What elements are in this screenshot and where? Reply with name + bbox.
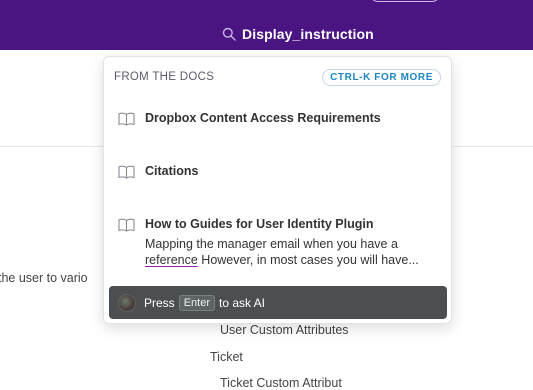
search-result-item[interactable]: Dropbox Content Access Requirements [118,111,437,126]
search-field[interactable]: Display_instruction [222,23,374,66]
enter-key-badge: Enter [178,294,215,311]
dropdown-header: FROM THE DOCS CTRL-K FOR MORE [114,68,441,86]
book-icon [118,165,135,179]
background-link-ticket-custom-attributes[interactable]: Ticket Custom Attribut [220,376,342,390]
book-icon [118,112,135,126]
ai-orb-icon [118,293,136,312]
search-result-item[interactable]: How to Guides for User Identity Plugin M… [118,217,437,268]
search-icon [222,27,236,41]
top-right-button[interactable] [370,0,440,2]
background-paragraph-text: the user to vario [0,271,88,285]
section-title: FROM THE DOCS [114,71,215,83]
ask-ai-label: Press Enter to ask AI [144,294,266,311]
background-link-user-custom-attributes[interactable]: User Custom Attributes [220,323,349,337]
snippet-highlight: reference [145,253,198,267]
snippet-line-2: reference However, in most cases you wil… [145,252,437,268]
top-navigation-bar: Display_instruction [0,0,533,66]
search-results-dropdown: FROM THE DOCS CTRL-K FOR MORE Dropbox Co… [103,56,452,324]
search-query[interactable]: Display_instruction [242,26,374,42]
result-title: How to Guides for User Identity Plugin [145,217,374,231]
ask-ai-suffix-text: to ask AI [218,295,266,310]
ask-ai-press-text: Press [144,295,175,310]
ask-ai-button[interactable]: Press Enter to ask AI [109,286,447,319]
background-link-ticket[interactable]: Ticket [210,350,243,364]
snippet-line-2-rest: However, in most cases you will have... [197,253,419,267]
result-title: Dropbox Content Access Requirements [145,111,381,125]
result-title: Citations [145,164,199,178]
snippet-line-1: Mapping the manager email when you have … [145,237,398,251]
result-snippet: Mapping the manager email when you have … [145,236,437,268]
shortcut-hint-badge[interactable]: CTRL-K FOR MORE [322,68,441,86]
search-result-item[interactable]: Citations [118,164,437,179]
book-icon [118,218,135,232]
